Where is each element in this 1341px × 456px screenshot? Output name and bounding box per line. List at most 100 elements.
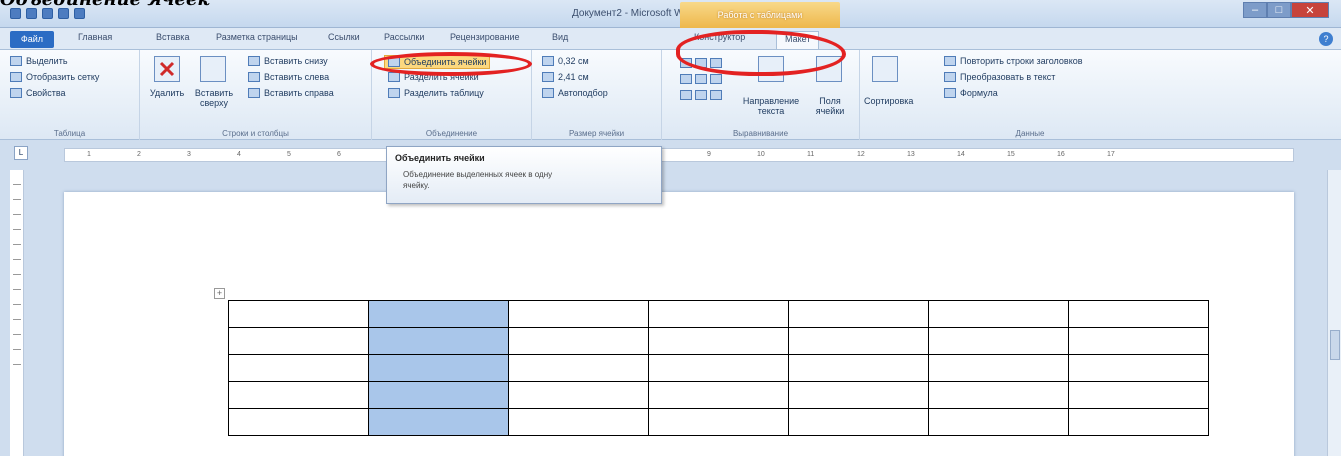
maximize-button[interactable]: □ xyxy=(1267,2,1291,18)
tab-file[interactable]: Файл xyxy=(10,31,54,48)
properties-icon xyxy=(10,88,22,98)
table-cell[interactable] xyxy=(928,300,1069,328)
table-cell[interactable] xyxy=(648,327,789,355)
table-cell[interactable] xyxy=(228,408,369,436)
table-tools-context-tab: Работа с таблицами xyxy=(680,2,840,28)
table-cell-selected[interactable] xyxy=(368,327,509,355)
insert-above-label[interactable]: Вставить сверху xyxy=(192,88,236,108)
tab-references[interactable]: Ссылки xyxy=(328,32,360,42)
properties-button[interactable]: Свойства xyxy=(10,88,66,98)
minimize-button[interactable]: – xyxy=(1243,2,1267,18)
insert-right-button[interactable]: Вставить справа xyxy=(248,88,334,98)
text-direction-label[interactable]: Направление текста xyxy=(734,96,808,116)
table-cell-selected[interactable] xyxy=(368,354,509,382)
tooltip-title: Объединить ячейки xyxy=(395,153,485,163)
sort-label[interactable]: Сортировка xyxy=(864,96,913,106)
convert-to-text-icon xyxy=(944,72,956,82)
document-canvas: + xyxy=(0,170,1341,456)
group-label-merge: Объединение xyxy=(425,129,478,138)
tab-view[interactable]: Вид xyxy=(552,32,568,42)
repeat-header-icon xyxy=(944,56,956,66)
table-cell[interactable] xyxy=(928,381,1069,409)
table-cell[interactable] xyxy=(648,381,789,409)
align-bottom-right-icon[interactable] xyxy=(710,90,722,100)
table-cell[interactable] xyxy=(228,327,369,355)
help-icon[interactable]: ? xyxy=(1319,32,1333,46)
document-table[interactable] xyxy=(228,300,1209,436)
insert-left-icon xyxy=(248,72,260,82)
table-move-handle-icon[interactable]: + xyxy=(214,288,225,299)
align-middle-left-icon[interactable] xyxy=(680,74,692,84)
table-cell[interactable] xyxy=(508,354,649,382)
tab-page-layout[interactable]: Разметка страницы xyxy=(216,32,298,42)
table-cell[interactable] xyxy=(648,408,789,436)
table-cell[interactable] xyxy=(228,381,369,409)
table-row xyxy=(228,408,1209,436)
table-cell[interactable] xyxy=(228,300,369,328)
split-table-icon xyxy=(388,88,400,98)
table-cell[interactable] xyxy=(508,327,649,355)
cell-margins-label[interactable]: Поля ячейки xyxy=(810,96,850,116)
table-cell[interactable] xyxy=(508,300,649,328)
table-cell-selected[interactable] xyxy=(368,300,509,328)
align-middle-center-icon[interactable] xyxy=(695,74,707,84)
repeat-header-rows-button[interactable]: Повторить строки заголовков xyxy=(944,56,1083,66)
table-cell[interactable] xyxy=(788,354,929,382)
window-controls: – □ ✕ xyxy=(1243,2,1329,18)
split-table-button[interactable]: Разделить таблицу xyxy=(388,88,484,98)
table-cell[interactable] xyxy=(788,300,929,328)
document-page[interactable]: + xyxy=(64,192,1294,456)
group-cell-size: 0,32 см 2,41 см Автоподбор Размер ячейки xyxy=(532,50,662,140)
insert-below-icon xyxy=(248,56,260,66)
delete-button-label[interactable]: Удалить xyxy=(144,88,190,98)
insert-left-button[interactable]: Вставить слева xyxy=(248,72,329,82)
table-cell[interactable] xyxy=(1068,300,1209,328)
table-cell[interactable] xyxy=(228,354,369,382)
group-label-alignment: Выравнивание xyxy=(732,129,789,138)
view-gridlines-button[interactable]: Отобразить сетку xyxy=(10,72,99,82)
vertical-scrollbar[interactable] xyxy=(1327,170,1341,456)
align-bottom-center-icon[interactable] xyxy=(695,90,707,100)
table-cell[interactable] xyxy=(1068,327,1209,355)
tab-home[interactable]: Главная xyxy=(78,32,112,42)
word-window: Документ2 - Microsoft Word Работа с табл… xyxy=(0,0,1341,456)
table-cell[interactable] xyxy=(1068,354,1209,382)
align-bottom-left-icon[interactable] xyxy=(680,90,692,100)
table-cell[interactable] xyxy=(788,381,929,409)
table-cell[interactable] xyxy=(508,381,649,409)
tab-review[interactable]: Рецензирование xyxy=(450,32,520,42)
select-button[interactable]: Выделить xyxy=(10,56,68,66)
table-cell[interactable] xyxy=(928,327,1069,355)
table-cell[interactable] xyxy=(1068,408,1209,436)
table-cell[interactable] xyxy=(788,408,929,436)
horizontal-ruler[interactable]: 1 2 3 4 5 6 9 10 11 12 13 14 15 16 17 xyxy=(64,148,1294,162)
table-cell[interactable] xyxy=(1068,381,1209,409)
close-button[interactable]: ✕ xyxy=(1291,2,1329,18)
autofit-button[interactable]: Автоподбор xyxy=(542,88,608,98)
insert-above-icon[interactable] xyxy=(200,56,226,82)
tab-mailings[interactable]: Рассылки xyxy=(384,32,424,42)
vertical-ruler[interactable] xyxy=(10,170,24,456)
tab-selector-icon[interactable]: L xyxy=(14,146,28,160)
ruler-area: L 1 2 3 4 5 6 9 10 11 12 13 14 15 16 17 xyxy=(0,140,1341,170)
table-cell[interactable] xyxy=(648,300,789,328)
align-middle-right-icon[interactable] xyxy=(710,74,722,84)
table-cell-selected[interactable] xyxy=(368,381,509,409)
sort-icon[interactable] xyxy=(872,56,898,82)
row-height-field[interactable]: 0,32 см xyxy=(542,56,589,66)
window-title: Документ2 - Microsoft Word xyxy=(572,8,698,19)
scrollbar-thumb[interactable] xyxy=(1330,330,1340,360)
delete-icon[interactable] xyxy=(154,56,180,82)
table-cell[interactable] xyxy=(928,354,1069,382)
table-cell-selected[interactable] xyxy=(368,408,509,436)
table-cell[interactable] xyxy=(928,408,1069,436)
table-cell[interactable] xyxy=(508,408,649,436)
table-cell[interactable] xyxy=(648,354,789,382)
column-width-field[interactable]: 2,41 см xyxy=(542,72,589,82)
formula-button[interactable]: Формула xyxy=(944,88,998,98)
table-row xyxy=(228,327,1209,355)
tab-insert[interactable]: Вставка xyxy=(156,32,189,42)
convert-to-text-button[interactable]: Преобразовать в текст xyxy=(944,72,1055,82)
table-cell[interactable] xyxy=(788,327,929,355)
insert-below-button[interactable]: Вставить снизу xyxy=(248,56,328,66)
